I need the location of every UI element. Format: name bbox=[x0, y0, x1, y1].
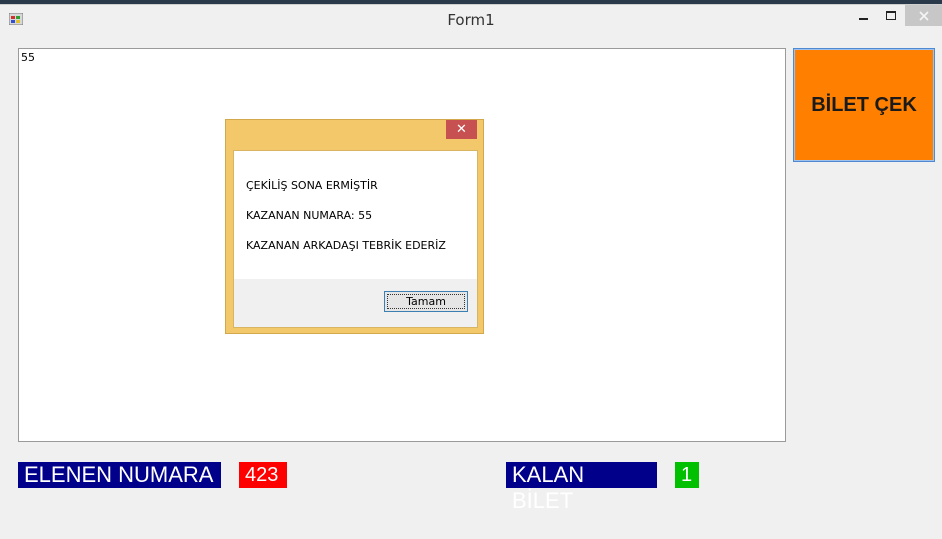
minimize-icon[interactable] bbox=[848, 5, 878, 26]
focus-rectangle bbox=[387, 294, 465, 309]
title-bar[interactable]: Form1 bbox=[0, 5, 942, 35]
message-box-footer: Tamam bbox=[234, 279, 477, 327]
main-window: Form1 55 BİLET ÇEK ELENEN NUMARA 423 KAL… bbox=[0, 4, 942, 539]
remaining-ticket-label: KALAN BİLET bbox=[506, 462, 657, 513]
window-title: Form1 bbox=[447, 11, 495, 29]
textbox-value: 55 bbox=[21, 51, 35, 64]
maximize-icon[interactable] bbox=[876, 5, 906, 26]
message-line-3: KAZANAN ARKADAŞI TEBRİK EDERİZ bbox=[246, 239, 446, 252]
message-line-2: KAZANAN NUMARA: 55 bbox=[246, 209, 373, 222]
draw-ticket-button[interactable]: BİLET ÇEK bbox=[793, 48, 935, 162]
eliminated-number-value: 423 bbox=[239, 462, 287, 488]
remaining-ticket-value: 1 bbox=[675, 462, 699, 488]
dialog-close-button[interactable]: ✕ bbox=[446, 120, 477, 139]
close-icon[interactable] bbox=[905, 5, 942, 26]
eliminated-number-label: ELENEN NUMARA bbox=[18, 462, 221, 488]
message-line-1: ÇEKİLİŞ SONA ERMİŞTİR bbox=[246, 179, 378, 192]
ok-button[interactable]: Tamam bbox=[384, 291, 468, 312]
message-box-content: ÇEKİLİŞ SONA ERMİŞTİR KAZANAN NUMARA: 55… bbox=[233, 150, 478, 328]
message-box: ✕ ÇEKİLİŞ SONA ERMİŞTİR KAZANAN NUMARA: … bbox=[225, 119, 484, 334]
